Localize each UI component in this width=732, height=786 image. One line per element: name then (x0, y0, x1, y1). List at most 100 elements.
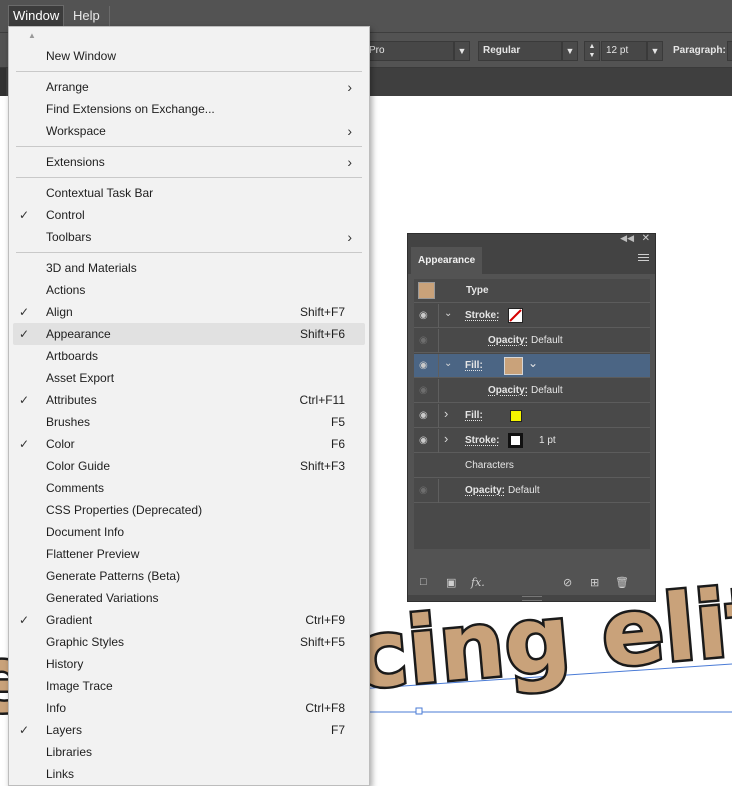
font-size-dropdown[interactable]: ▼ (647, 41, 663, 61)
appearance-row-fill[interactable]: ◉ › Fill: (414, 404, 650, 428)
menu-item-info[interactable]: Info Ctrl+F8 (13, 697, 365, 719)
visibility-eye-icon[interactable]: ◉ (419, 335, 428, 346)
font-style-field[interactable]: Regular (478, 41, 562, 61)
appearance-row-fill[interactable]: ◉ ⌄ Fill: ⌄ (414, 354, 650, 378)
menu-item-asset-export[interactable]: Asset Export (13, 367, 365, 389)
appearance-row-characters[interactable]: Characters (414, 454, 650, 478)
font-size-stepper[interactable]: ▲ ▼ (584, 41, 600, 61)
menu-item-shortcut: Shift+F5 (299, 635, 345, 649)
font-family-field[interactable]: Pro (364, 41, 454, 61)
panel-titlebar[interactable]: ◀◀ ✕ (408, 233, 655, 247)
menu-item-css-properties-deprecated[interactable]: CSS Properties (Deprecated) (13, 499, 365, 521)
menu-item-generated-variations[interactable]: Generated Variations (13, 587, 365, 609)
stroke-color-swatch[interactable] (508, 308, 523, 323)
chevron-down-icon[interactable]: ⌄ (444, 358, 452, 369)
visibility-eye-icon[interactable]: ◉ (419, 360, 428, 371)
opacity-label[interactable]: Opacity: (488, 379, 528, 403)
visibility-eye-icon[interactable]: ◉ (419, 310, 428, 321)
menu-item-workspace[interactable]: Workspace › (13, 120, 365, 142)
stroke-label[interactable]: Stroke: (465, 429, 499, 453)
appearance-row-opacity[interactable]: ◉ Opacity: Default (414, 479, 650, 503)
font-size-field[interactable]: 12 pt (601, 41, 647, 61)
characters-label[interactable]: Characters (465, 454, 514, 478)
menu-item-attributes[interactable]: ✓ Attributes Ctrl+F11 (13, 389, 365, 411)
visibility-eye-icon[interactable]: ◉ (419, 435, 428, 446)
panel-menu-icon[interactable] (638, 254, 649, 263)
menu-item-gradient[interactable]: ✓ Gradient Ctrl+F9 (13, 609, 365, 631)
tab-appearance[interactable]: Appearance (411, 247, 482, 274)
fill-color-swatch[interactable] (504, 357, 523, 375)
fill-label[interactable]: Fill: (465, 404, 483, 428)
menu-item-flattener-preview[interactable]: Flattener Preview (13, 543, 365, 565)
menu-item-new-window[interactable]: New Window (13, 45, 365, 67)
stroke-label[interactable]: Stroke: (465, 304, 499, 328)
duplicate-item-icon[interactable]: ⊞ (590, 576, 599, 589)
menu-item-comments[interactable]: Comments (13, 477, 365, 499)
appearance-row-stroke[interactable]: ◉ › Stroke: 1 pt (414, 429, 650, 453)
fx-icon[interactable]: fx. (471, 576, 485, 589)
font-family-dropdown[interactable]: ▼ (454, 41, 470, 61)
menu-help[interactable]: Help (69, 6, 104, 26)
menu-item-document-info[interactable]: Document Info (13, 521, 365, 543)
scroll-up-arrow-icon[interactable]: ▲ (28, 31, 36, 40)
chevron-down-icon[interactable]: ⌄ (444, 308, 452, 319)
visibility-eye-icon[interactable]: ◉ (419, 385, 428, 396)
appearance-row-opacity[interactable]: ◉ Opacity: Default (414, 379, 650, 403)
menu-item-label: Attributes (46, 393, 97, 407)
menu-item-artboards[interactable]: Artboards (13, 345, 365, 367)
appearance-row-opacity[interactable]: ◉ Opacity: Default (414, 329, 650, 353)
appearance-row-header[interactable]: Type (414, 279, 650, 303)
menu-item-links[interactable]: Links (13, 763, 365, 785)
menu-item-actions[interactable]: Actions (13, 279, 365, 301)
menu-item-history[interactable]: History (13, 653, 365, 675)
new-fill-icon[interactable]: ▣ (446, 576, 456, 589)
menu-item-libraries[interactable]: Libraries (13, 741, 365, 763)
panel-resize-grip[interactable] (408, 595, 655, 601)
swatch-dropdown-icon[interactable]: ⌄ (528, 354, 538, 372)
menu-window[interactable]: Window (7, 5, 65, 27)
menu-item-contextual-task-bar[interactable]: Contextual Task Bar (13, 182, 365, 204)
menu-item-generate-patterns-beta[interactable]: Generate Patterns (Beta) (13, 565, 365, 587)
menu-item-color[interactable]: ✓ Color F6 (13, 433, 365, 455)
menu-item-graphic-styles[interactable]: Graphic Styles Shift+F5 (13, 631, 365, 653)
visibility-eye-icon[interactable]: ◉ (419, 485, 428, 496)
new-stroke-icon[interactable]: □ (420, 576, 427, 588)
clear-appearance-icon[interactable]: ⊘ (563, 576, 572, 589)
type-thumbnail-swatch (418, 282, 435, 299)
collapse-panel-icon[interactable]: ◀◀ (620, 233, 634, 244)
close-icon[interactable]: ✕ (642, 233, 650, 244)
menu-item-arrange[interactable]: Arrange › (13, 76, 365, 98)
paragraph-align-field[interactable] (727, 41, 732, 61)
chevron-right-icon[interactable]: › (444, 431, 448, 446)
font-style-dropdown[interactable]: ▼ (562, 41, 578, 61)
chevron-right-icon[interactable]: › (444, 406, 448, 421)
menu-item-image-trace[interactable]: Image Trace (13, 675, 365, 697)
menu-item-appearance[interactable]: ✓ Appearance Shift+F6 (13, 323, 365, 345)
menu-item-find-extensions-on-exchange[interactable]: Find Extensions on Exchange... (13, 98, 365, 120)
menu-item-label: Control (46, 208, 85, 222)
menu-item-align[interactable]: ✓ Align Shift+F7 (13, 301, 365, 323)
menu-item-brushes[interactable]: Brushes F5 (13, 411, 365, 433)
fill-color-swatch[interactable] (510, 410, 522, 422)
opacity-value[interactable]: Default (508, 479, 540, 503)
opacity-value[interactable]: Default (531, 379, 563, 403)
menu-separator (16, 146, 362, 147)
menu-item-toolbars[interactable]: Toolbars › (13, 226, 365, 248)
menu-item-control[interactable]: ✓ Control (13, 204, 365, 226)
anchor-point[interactable] (415, 707, 423, 715)
fill-label[interactable]: Fill: (465, 354, 483, 378)
paragraph-label[interactable]: Paragraph: (673, 41, 726, 61)
appearance-row-stroke[interactable]: ◉ ⌄ Stroke: (414, 304, 650, 328)
menu-item-label: Image Trace (46, 679, 113, 693)
visibility-eye-icon[interactable]: ◉ (419, 410, 428, 421)
menu-item-color-guide[interactable]: Color Guide Shift+F3 (13, 455, 365, 477)
opacity-label[interactable]: Opacity: (465, 479, 505, 503)
stroke-color-swatch[interactable] (508, 433, 523, 448)
menu-item-3d-and-materials[interactable]: 3D and Materials (13, 257, 365, 279)
opacity-value[interactable]: Default (531, 329, 563, 353)
opacity-label[interactable]: Opacity: (488, 329, 528, 353)
menu-item-extensions[interactable]: Extensions › (13, 151, 365, 173)
stroke-weight-value[interactable]: 1 pt (539, 429, 556, 453)
delete-item-icon[interactable]: 🗑 (615, 576, 629, 589)
menu-item-layers[interactable]: ✓ Layers F7 (13, 719, 365, 741)
